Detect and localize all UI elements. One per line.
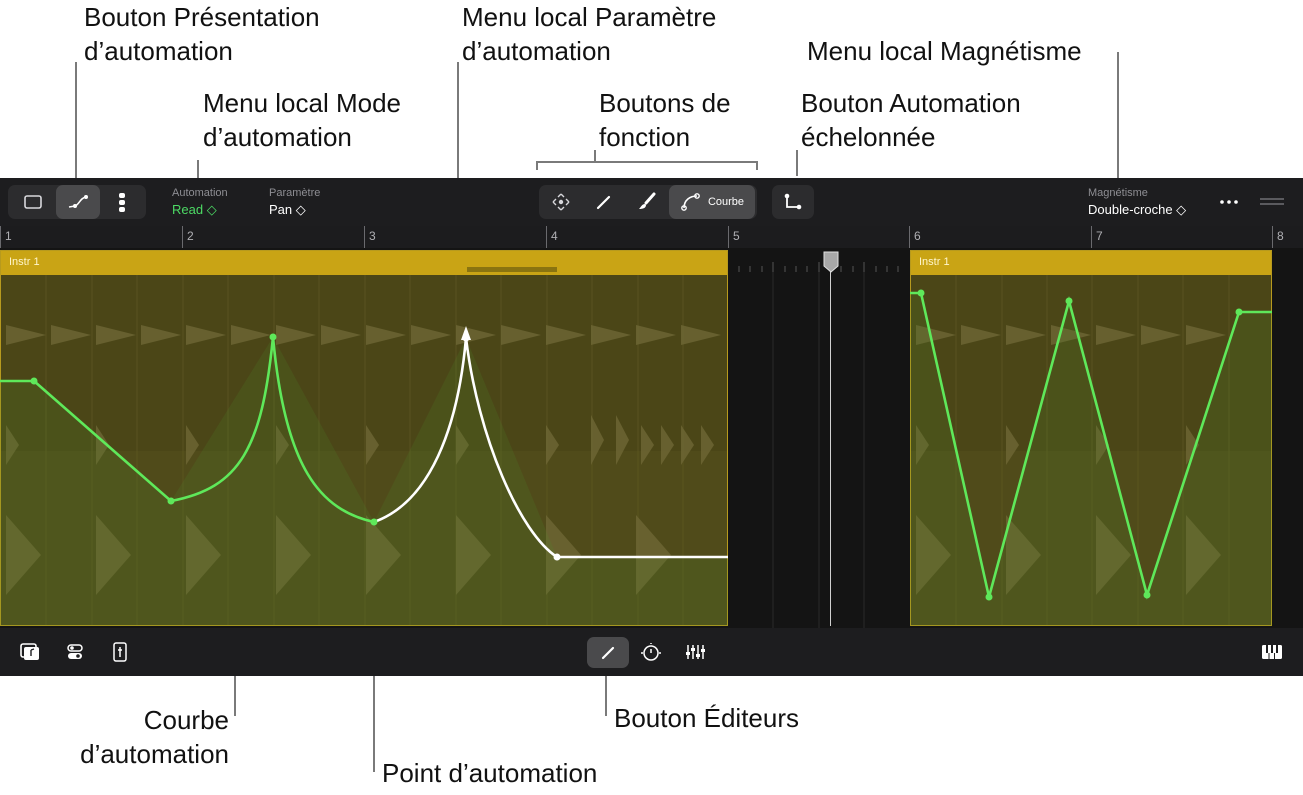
metronome-icon[interactable] [639,640,663,664]
editors-button[interactable] [587,637,629,668]
automation-mode-label: Automation [172,187,228,199]
stepped-automation-icon[interactable] [772,185,814,219]
mixer-icon[interactable] [683,640,707,664]
single-window-icon[interactable] [12,185,54,219]
automation-point[interactable] [985,593,993,601]
automation-parameter-menu[interactable]: Pan ◇ [269,202,306,218]
bar-number: 5 [733,229,740,243]
callout-line-1: Bouton Automation [801,88,1021,118]
automation-point[interactable] [1143,591,1151,599]
callout-line-1: Courbe [143,705,229,735]
bar-tick [546,226,547,248]
automation-curve-icon[interactable] [56,185,100,219]
bar-number: 8 [1277,229,1284,243]
browser-icon[interactable] [18,640,42,664]
bar-tick [728,226,729,248]
ellipsis-icon[interactable] [1212,190,1246,214]
automation-layer[interactable] [0,248,1303,628]
curve-tool-button[interactable]: Courbe [669,185,755,219]
callout-parameter-menu: Menu local Paramètre d’automation [462,0,716,68]
automation-fill [0,337,728,626]
snap-label: Magnétisme [1088,187,1148,199]
bar-tick [182,226,183,248]
view-mode-segmented-control [8,185,146,219]
bottom-control-bar [0,628,1303,676]
bar-number: 1 [5,229,12,243]
callout-point: Point d’automation [382,758,598,788]
automation-point[interactable] [269,333,277,341]
bar-tick [1272,226,1273,248]
bar-tick [909,226,910,248]
bar-ruler[interactable]: 1 2 3 4 5 6 7 8 [0,226,1303,248]
automation-point[interactable] [1235,308,1243,316]
smart-controls-toggle-icon[interactable] [63,640,87,664]
brush-icon[interactable] [627,185,667,219]
automation-point[interactable] [370,518,378,526]
callout-mode-menu: Menu local Mode d’automation [203,86,401,154]
select-move-icon[interactable] [541,185,581,219]
callout-line-1: Menu local Mode [203,88,401,118]
inspector-icon[interactable] [108,640,132,664]
bar-number: 6 [914,229,921,243]
drag-handle[interactable] [1260,198,1284,205]
bar-tick [1091,226,1092,248]
bar-tick [0,226,1,248]
snap-menu[interactable]: Double-croche ◇ [1088,202,1186,218]
curve-tool-label: Courbe [707,196,745,208]
callout-line-2: échelonnée [801,122,936,152]
pencil-icon[interactable] [584,185,624,219]
callout-curve: Courbe d’automation [0,703,229,771]
callout-line-1: Menu local Paramètre [462,2,717,32]
automation-point[interactable] [1065,297,1073,305]
automation-parameter-label: Paramètre [269,187,321,199]
editors-pencil-icon [601,646,615,659]
automation-point[interactable] [462,334,470,342]
callout-stepped-button: Bouton Automation échelonnée [801,86,1021,154]
bar-number: 2 [187,229,194,243]
bar-number: 4 [551,229,558,243]
automation-mode-menu[interactable]: Read ◇ [172,202,217,218]
automation-point[interactable] [167,497,175,505]
callout-line-2: d’automation [203,122,352,152]
keyboard-icon[interactable] [1260,640,1284,664]
callout-snap-menu: Menu local Magnétisme [807,36,1082,66]
callout-line-1: Boutons de [599,88,731,118]
callout-presentation-button: Bouton Présentation d’automation [84,0,320,68]
callout-line-2: fonction [599,122,691,152]
callout-line-2: d’automation [80,739,229,769]
bar-number: 3 [369,229,376,243]
bar-number: 7 [1096,229,1103,243]
function-buttons-group: Courbe [539,185,757,219]
callout-line-2: d’automation [462,36,611,66]
bar-tick [364,226,365,248]
top-toolbar: Automation Read ◇ Paramètre Pan ◇ Courbe… [0,178,1303,226]
automation-point[interactable] [917,289,925,297]
callout-line-2: d’automation [84,36,233,66]
curve-icon [681,193,700,211]
automation-point[interactable] [30,377,38,385]
track-list-icon[interactable] [102,185,142,219]
callout-editors-button: Bouton Éditeurs [614,703,800,733]
callout-line-1: Bouton Présentation [84,2,320,32]
callout-function-buttons: Boutons de fonction [599,86,731,154]
automation-fill [910,293,1272,626]
automation-point[interactable] [553,553,561,561]
